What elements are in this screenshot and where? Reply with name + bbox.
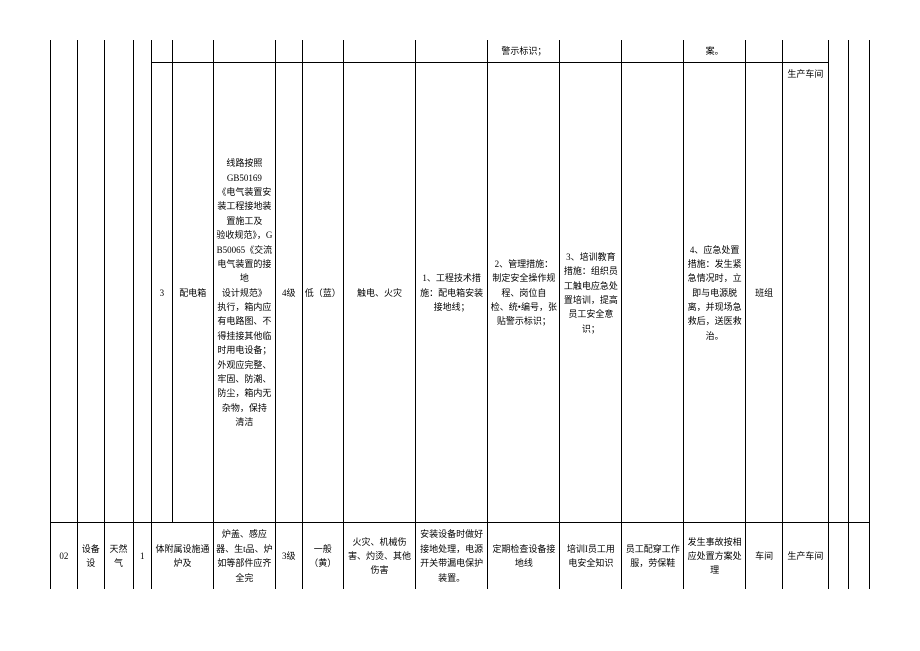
cell — [560, 40, 622, 63]
cell — [849, 40, 870, 523]
cell: 体附属设施通炉及 — [152, 523, 214, 589]
cell — [828, 40, 849, 523]
cell — [828, 523, 849, 589]
cell: 火灾、机械伤害、灼烫、其他伤害 — [343, 523, 415, 589]
cell: 发生事故按相应处置方案处理 — [684, 523, 746, 589]
cell: 触电、火灾 — [343, 63, 415, 523]
table-row: 3 配电箱 线路按照 GB50169 《电气装置安装工程接地装置施工及 验收规范… — [51, 63, 870, 523]
cell — [104, 40, 133, 523]
cell: 警示标识； — [488, 40, 560, 63]
cell: 02 — [51, 523, 78, 589]
cell — [416, 40, 488, 63]
cell — [152, 40, 173, 63]
cell — [746, 40, 783, 63]
cell: 3 — [152, 63, 173, 523]
cell: 员工配穿工作服，劳保鞋 — [622, 523, 684, 589]
cell: 配电箱 — [172, 63, 213, 523]
cell — [849, 523, 870, 589]
cell: 生产车间 — [783, 523, 828, 589]
data-table: 警示标识； 案。 3 配电箱 线路按照 GB50169 《电气装置安装工程接地装… — [50, 40, 870, 589]
cell: 1 — [133, 523, 152, 589]
table-row: 02 设备设 天然气 1 体附属设施通炉及 炉盖、感应器、生t品、炉如等部件应齐… — [51, 523, 870, 589]
cell: 天然气 — [104, 523, 133, 589]
cell: 生产车间 — [783, 63, 828, 523]
cell — [622, 63, 684, 523]
cell: 4级 — [275, 63, 302, 523]
cell: 3、培训教育措施：组织员工触电应急处置培训，提高员工安全意识； — [560, 63, 622, 523]
cell — [172, 40, 213, 63]
cell — [275, 40, 302, 63]
cell: 案。 — [684, 40, 746, 63]
cell — [622, 40, 684, 63]
cell — [343, 40, 415, 63]
cell: 班组 — [746, 63, 783, 523]
cell: 2、管理措施：制定安全操作规程、岗位自 检、统•编号，张贴警示标识； — [488, 63, 560, 523]
cell: 一般（黄） — [302, 523, 343, 589]
cell: 线路按照 GB50169 《电气装置安装工程接地装置施工及 验收规范》，GB50… — [213, 63, 275, 523]
cell — [51, 40, 78, 523]
cell: 车间 — [746, 523, 783, 589]
cell: 炉盖、感应器、生t品、炉如等部件应齐全完 — [213, 523, 275, 589]
table-row: 警示标识； 案。 — [51, 40, 870, 63]
cell: 1、工程技术措施：配电箱安装接地线； — [416, 63, 488, 523]
cell — [213, 40, 275, 63]
cell: 4、应急处置措施：发生紧急情况时，立即与电源脱离，并现场急救后，送医救治。 — [684, 63, 746, 523]
cell: 设备设 — [77, 523, 104, 589]
cell: 低（蓝） — [302, 63, 343, 523]
cell: 培训I员工用电安全知识 — [560, 523, 622, 589]
cell — [133, 40, 152, 523]
cell — [302, 40, 343, 63]
cell — [783, 40, 828, 63]
cell: 3级 — [275, 523, 302, 589]
cell: 安装设备时做好接地处理，电源开关带漏电保护装置。 — [416, 523, 488, 589]
cell: 定期检查设备接地线 — [488, 523, 560, 589]
cell — [77, 40, 104, 523]
